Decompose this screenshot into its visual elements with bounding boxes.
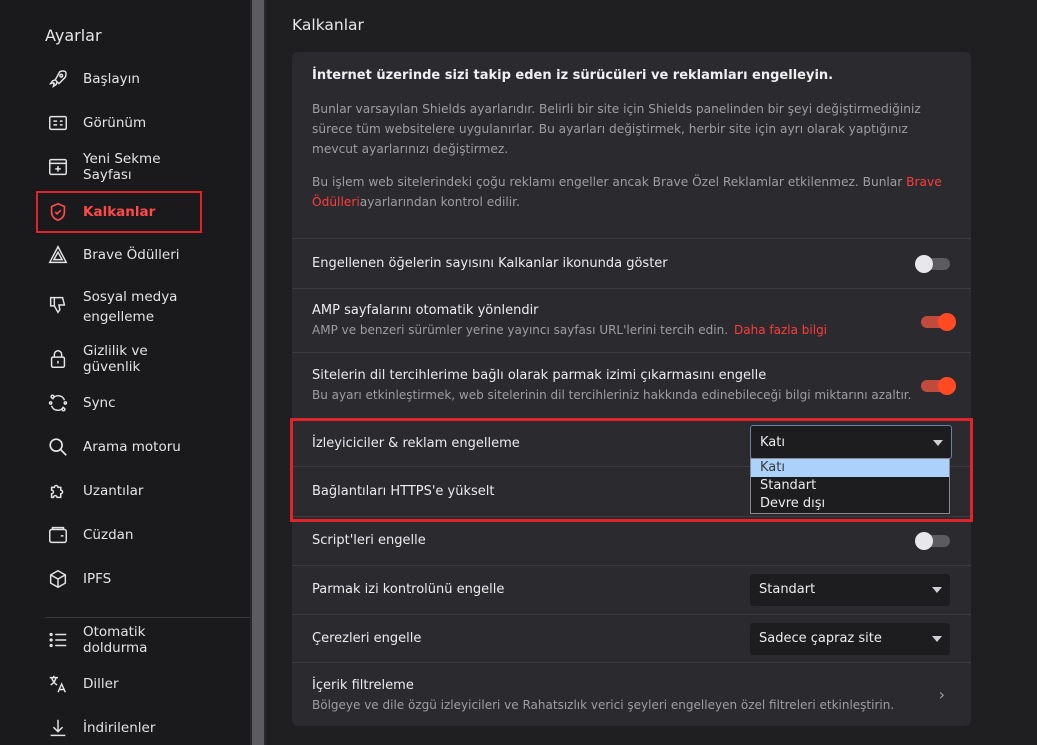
cookies-select[interactable]: Sadece çapraz site [750, 623, 950, 655]
sidebar-item-languages[interactable]: Diller [36, 671, 202, 697]
select-value: Sadece çapraz site [759, 631, 882, 646]
sidebar-item-label: Kalkanlar [83, 204, 156, 220]
setting-row-content-filtering[interactable]: İçerik filtreleme Bölgeye ve dile özgü i… [292, 662, 971, 726]
chevron-right-icon: › [938, 685, 945, 704]
toggle-knob [915, 532, 933, 550]
setting-row-count-badge: Engellenen öğelerin sayısını Kalkanlar i… [292, 238, 971, 288]
setting-label: Script'leri engelle [312, 533, 426, 548]
intro-paragraph: Bunlar varsayılan Shields ayarlarıdır. B… [312, 102, 921, 156]
chevron-down-icon [933, 440, 943, 446]
sidebar-item-label: IPFS [83, 571, 112, 587]
sidebar-item-downloads[interactable]: İndirilenler [36, 715, 202, 741]
setting-label: Sitelerin dil tercihlerime bağlı olarak … [312, 368, 767, 383]
sidebar-item-label: Sync [83, 395, 116, 411]
thumbs-down-icon [46, 293, 70, 317]
intro-rewards-note: Bu işlem web sitelerindeki çoğu reklamı … [312, 175, 942, 209]
sidebar-item-label: Otomatik doldurma [83, 624, 148, 656]
dropdown-option-standard[interactable]: Standart [751, 477, 949, 495]
sidebar-item-label: Arama motoru [83, 439, 181, 455]
select-value: Katı [760, 435, 785, 450]
sidebar-item-label: Uzantılar [83, 483, 144, 499]
trackers-dropdown-menu: Katı Standart Devre dışı [750, 458, 950, 514]
sidebar-item-shields[interactable]: Kalkanlar [36, 191, 202, 233]
fingerprint-select[interactable]: Standart [750, 574, 950, 606]
sidebar: Ayarlar Başlayın Görünüm Yeni Sekme Sayf… [0, 0, 250, 745]
toggle-knob [915, 255, 933, 273]
setting-description: Bu ayarı etkinleştirmek, web sitelerinin… [312, 388, 912, 402]
sidebar-item-label: Sosyal medya engelleme [83, 289, 178, 325]
sidebar-item-new-tab[interactable]: Yeni Sekme Sayfası [36, 151, 202, 183]
language-fingerprint-toggle[interactable] [921, 377, 956, 395]
sidebar-item-privacy[interactable]: Gizlilik ve güvenlik [36, 343, 202, 375]
new-tab-icon [46, 155, 70, 179]
setting-label: Engellenen öğelerin sayısını Kalkanlar i… [312, 256, 668, 271]
select-value: Standart [759, 582, 816, 597]
puzzle-icon [46, 479, 70, 503]
setting-label: Çerezleri engelle [312, 631, 422, 646]
sidebar-item-label: Cüzdan [83, 527, 134, 543]
sidebar-item-label: Gizlilik ve güvenlik [83, 343, 148, 375]
setting-label: Parmak izi kontrolünü engelle [312, 582, 505, 597]
sidebar-item-label: Diller [83, 676, 119, 692]
setting-row-cookies: Çerezleri engelle Sadece çapraz site [292, 614, 971, 662]
setting-label: İçerik filtreleme [312, 678, 414, 693]
rocket-icon [46, 67, 70, 91]
setting-row-scripts: Script'leri engelle [292, 516, 971, 565]
dropdown-option-strict[interactable]: Katı [751, 459, 949, 477]
cube-icon [46, 567, 70, 591]
sidebar-title: Ayarlar [45, 26, 102, 45]
lock-icon [46, 347, 70, 371]
sidebar-item-extensions[interactable]: Uzantılar [36, 478, 202, 504]
page-title: Kalkanlar [292, 16, 364, 34]
sidebar-item-wallet[interactable]: Cüzdan [36, 522, 202, 548]
trackers-select[interactable]: Katı [750, 425, 952, 459]
translate-icon [46, 672, 70, 696]
toggle-knob [938, 313, 956, 331]
learn-more-link[interactable]: Daha fazla bilgi [734, 323, 827, 337]
search-icon [46, 435, 70, 459]
setting-row-fingerprinting: Parmak izi kontrolünü engelle Standart [292, 565, 971, 614]
sidebar-item-label: Görünüm [83, 115, 147, 131]
rewards-triangle-icon [46, 243, 70, 267]
sidebar-item-label: İndirilenler [83, 720, 156, 736]
toggle-knob [938, 377, 956, 395]
scrollbar-thumb[interactable] [252, 0, 264, 745]
dropdown-option-disabled[interactable]: Devre dışı [751, 495, 949, 513]
sidebar-item-autofill[interactable]: Otomatik doldurma [36, 624, 202, 656]
scripts-toggle[interactable] [915, 532, 950, 550]
setting-row-language-fingerprint: Sitelerin dil tercihlerime bağlı olarak … [292, 352, 971, 418]
wallet-icon [46, 523, 70, 547]
setting-label: AMP sayfalarını otomatik yönlendir [312, 303, 539, 318]
setting-description: AMP ve benzeri sürümler yerine yayıncı s… [312, 323, 828, 337]
chevron-down-icon [932, 587, 942, 593]
setting-description: Bölgeye ve dile özgü izleyicileri ve Rah… [312, 698, 895, 712]
sidebar-item-sync[interactable]: Sync [36, 390, 202, 416]
setting-label: Bağlantıları HTTPS'e yükselt [312, 484, 495, 499]
sidebar-item-label: Brave Ödülleri [83, 247, 180, 263]
sidebar-item-social-blocking[interactable]: Sosyal medya engelleme [36, 287, 202, 329]
download-icon [46, 716, 70, 740]
sidebar-item-label: Yeni Sekme Sayfası [83, 151, 161, 183]
setting-row-amp: AMP sayfalarını otomatik yönlendir AMP v… [292, 288, 971, 352]
sidebar-divider [45, 617, 250, 618]
sidebar-item-rewards[interactable]: Brave Ödülleri [36, 242, 202, 268]
amp-toggle[interactable] [921, 313, 956, 331]
setting-label: İzleyiciciler & reklam engelleme [312, 436, 520, 451]
sidebar-item-ipfs[interactable]: IPFS [36, 566, 202, 592]
sync-icon [46, 391, 70, 415]
list-icon [46, 628, 70, 652]
count-badge-toggle[interactable] [915, 255, 950, 273]
shield-icon [46, 200, 70, 224]
chevron-down-icon [932, 636, 942, 642]
intro-heading: İnternet üzerinde sizi takip eden iz sür… [312, 68, 834, 83]
sidebar-item-search-engine[interactable]: Arama motoru [36, 434, 202, 460]
sidebar-item-get-started[interactable]: Başlayın [36, 66, 202, 92]
shields-settings-card: İnternet üzerinde sizi takip eden iz sür… [292, 52, 971, 726]
appearance-icon [46, 111, 70, 135]
sidebar-item-label: Başlayın [83, 71, 140, 87]
sidebar-item-appearance[interactable]: Görünüm [36, 110, 202, 136]
